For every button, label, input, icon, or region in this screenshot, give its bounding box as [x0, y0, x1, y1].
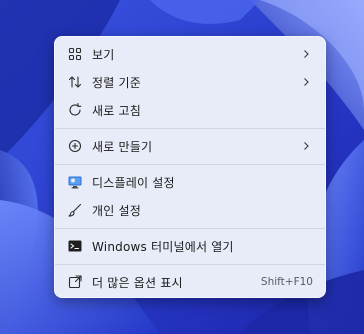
menu-separator [55, 128, 325, 129]
grid-view-icon [67, 46, 83, 62]
add-circle-icon [67, 138, 83, 154]
menu-item-sort-by[interactable]: 정렬 기준 [55, 68, 325, 96]
terminal-icon [67, 238, 83, 254]
chevron-right-icon [301, 77, 311, 87]
menu-item-label: 새로 만들기 [92, 139, 153, 154]
keyboard-shortcut: Shift+F10 [260, 276, 313, 288]
more-options-icon [67, 274, 83, 290]
menu-item-new[interactable]: 새로 만들기 [55, 132, 325, 160]
menu-item-label: 디스플레이 설정 [92, 175, 175, 190]
sort-icon [67, 74, 83, 90]
display-icon [67, 174, 83, 190]
menu-item-personalize[interactable]: 개인 설정 [55, 196, 325, 224]
menu-item-label: 새로 고침 [92, 103, 141, 118]
menu-item-view[interactable]: 보기 [55, 40, 325, 68]
menu-item-label: 개인 설정 [92, 203, 141, 218]
menu-separator [55, 264, 325, 265]
menu-separator [55, 228, 325, 229]
menu-item-show-more-options[interactable]: 더 많은 옵션 표시 Shift+F10 [55, 268, 325, 296]
menu-item-label: 정렬 기준 [92, 75, 141, 90]
menu-item-label: 더 많은 옵션 표시 [92, 275, 183, 290]
chevron-right-icon [301, 49, 311, 59]
brush-icon [67, 202, 83, 218]
menu-item-display-settings[interactable]: 디스플레이 설정 [55, 168, 325, 196]
menu-item-open-in-terminal[interactable]: Windows 터미널에서 열기 [55, 232, 325, 260]
menu-separator [55, 164, 325, 165]
desktop-context-menu: 보기 정렬 기준 새로 고침 새로 만들기 디스플레이 설정 개인 설정 Win… [54, 36, 326, 298]
chevron-right-icon [301, 141, 311, 151]
menu-item-label: Windows 터미널에서 열기 [92, 239, 234, 254]
refresh-icon [67, 102, 83, 118]
menu-item-label: 보기 [92, 47, 115, 62]
menu-item-refresh[interactable]: 새로 고침 [55, 96, 325, 124]
